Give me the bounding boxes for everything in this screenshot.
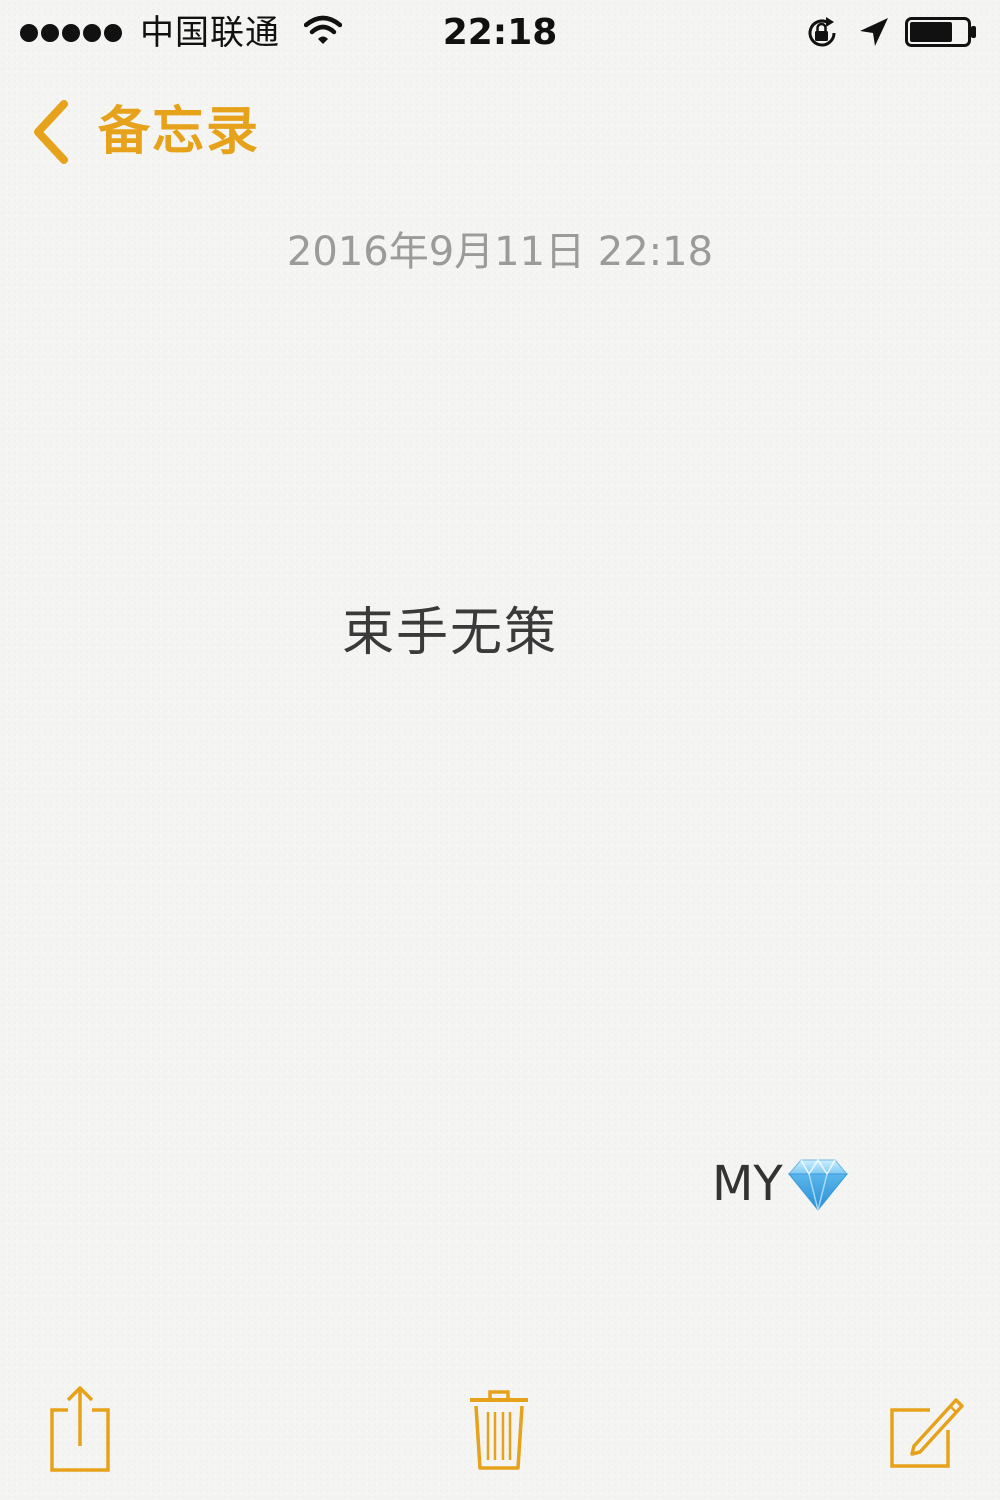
compose-icon: [890, 1398, 964, 1468]
rotation-lock-icon: [808, 17, 836, 47]
battery-icon: [905, 17, 976, 47]
note-body-text[interactable]: 束手无策: [342, 600, 558, 666]
back-button-label: 备忘录: [98, 102, 261, 162]
note-date: 2016年9月11日 22:18: [286, 229, 714, 275]
share-button[interactable]: [42, 1380, 118, 1480]
signature-text: MY: [712, 1156, 783, 1212]
location-arrow-icon: [860, 18, 888, 46]
trash-icon: [470, 1390, 528, 1470]
chevron-left-icon: [34, 100, 68, 164]
compose-button[interactable]: [884, 1380, 968, 1480]
status-time: 22:18: [442, 12, 558, 53]
delete-button[interactable]: [462, 1380, 536, 1480]
back-button[interactable]: 备忘录: [28, 96, 260, 168]
gem-icon: [787, 1158, 848, 1211]
status-bar: 中国联通 22:18: [0, 0, 1000, 66]
bottom-toolbar: [0, 1380, 1000, 1480]
note-signature[interactable]: MY: [712, 1152, 849, 1216]
share-icon: [50, 1386, 110, 1472]
